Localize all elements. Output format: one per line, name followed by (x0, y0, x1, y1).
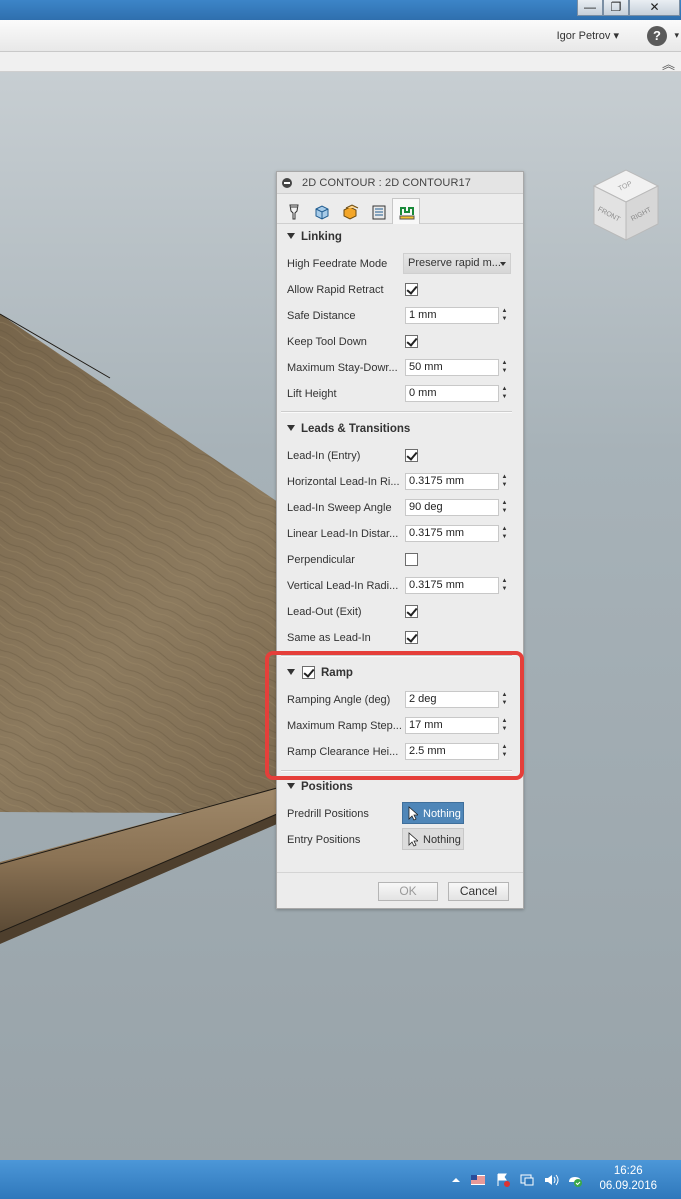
horizontal-lead-in-radius-label: Horizontal Lead-In Ri... (287, 476, 400, 488)
windows-taskbar: 16:26 06.09.2016 (0, 1160, 681, 1199)
tab-passes[interactable] (364, 198, 392, 224)
dialog-footer: OK Cancel (277, 872, 523, 908)
collapse-ribbon-icon[interactable]: ︽ (662, 54, 675, 73)
lead-in-sweep-angle-spinner[interactable]: ▲ ▼ (500, 499, 509, 516)
expand-triangle-icon (287, 425, 295, 431)
cursor-arrow-icon (408, 832, 418, 847)
tab-heights[interactable] (335, 198, 363, 224)
ok-button[interactable]: OK (378, 882, 438, 901)
high-feedrate-mode-select[interactable]: Preserve rapid m... (403, 253, 511, 274)
allow-rapid-retract-checkbox[interactable] (405, 283, 418, 296)
ramp-highlight-annotation (265, 651, 524, 780)
maximize-button[interactable]: ❐ (603, 0, 629, 16)
clock-time: 16:26 (613, 1165, 643, 1177)
app-toolbar: Igor Petrov ▾ ? ▾ (0, 20, 681, 52)
predrill-positions-selector[interactable]: Nothing (402, 802, 464, 824)
tab-geometry[interactable] (307, 198, 335, 224)
close-button[interactable]: ✕ (629, 0, 680, 16)
safe-distance-label: Safe Distance (287, 310, 356, 322)
linear-lead-in-distance-input[interactable]: 0.3175 mm (405, 525, 499, 542)
window-title-bar: — ❐ ✕ (0, 0, 681, 20)
maximum-stay-down-spinner[interactable]: ▲ ▼ (500, 359, 509, 376)
chevron-down-icon (500, 262, 506, 266)
expand-triangle-icon (287, 783, 295, 789)
heights-icon (343, 204, 359, 220)
linking-section-header[interactable]: Linking (287, 231, 342, 243)
dialog-tabs (277, 194, 523, 224)
safe-distance-spinner[interactable]: ▲ ▼ (500, 307, 509, 324)
dialog-header: 2D CONTOUR : 2D CONTOUR17 (277, 172, 523, 194)
allow-rapid-retract-label: Allow Rapid Retract (287, 284, 384, 296)
entry-positions-value: Nothing (423, 834, 461, 846)
show-hidden-icons-icon[interactable] (448, 1172, 464, 1188)
tool-icon (289, 204, 299, 220)
dialog-title: 2D CONTOUR : 2D CONTOUR17 (302, 177, 471, 189)
leads-section-header[interactable]: Leads & Transitions (287, 423, 410, 435)
same-as-lead-in-label: Same as Lead-In (287, 632, 371, 644)
vertical-lead-in-radius-spinner[interactable]: ▲ ▼ (500, 577, 509, 594)
lift-height-spinner[interactable]: ▲ ▼ (500, 385, 509, 402)
safe-distance-input[interactable]: 1 mm (405, 307, 499, 324)
lead-in-label: Lead-In (Entry) (287, 450, 361, 462)
lift-height-label: Lift Height (287, 388, 337, 400)
passes-icon (372, 205, 386, 220)
dialog-collapse-icon[interactable] (282, 178, 292, 188)
keep-tool-down-checkbox[interactable] (405, 335, 418, 348)
maximum-stay-down-label: Maximum Stay-Dowr... (287, 362, 398, 374)
volume-icon[interactable] (543, 1172, 559, 1188)
linear-lead-in-distance-label: Linear Lead-In Distar... (287, 528, 399, 540)
flag-us-icon[interactable] (470, 1172, 486, 1188)
lead-in-sweep-angle-input[interactable]: 90 deg (405, 499, 499, 516)
ribbon-collapse-bar: ︽ (0, 52, 681, 72)
action-center-icon[interactable] (495, 1172, 511, 1188)
2d-contour-dialog: 2D CONTOUR : 2D CONTOUR17 Linking High F… (276, 171, 524, 909)
horizontal-lead-in-radius-spinner[interactable]: ▲ ▼ (500, 473, 509, 490)
same-as-lead-in-checkbox[interactable] (405, 631, 418, 644)
viewcube[interactable]: TOP FRONT RIGHT (586, 164, 666, 244)
tab-tool[interactable] (279, 198, 307, 224)
entry-positions-label: Entry Positions (287, 834, 361, 846)
clock-date: 06.09.2016 (599, 1180, 657, 1192)
expand-triangle-icon (287, 233, 295, 239)
maximum-stay-down-input[interactable]: 50 mm (405, 359, 499, 376)
linking-header-label: Linking (301, 231, 342, 243)
taskbar-clock[interactable]: 16:26 06.09.2016 (599, 1164, 657, 1194)
keep-tool-down-label: Keep Tool Down (287, 336, 367, 348)
help-dropdown-caret[interactable]: ▾ (674, 30, 679, 41)
perpendicular-checkbox[interactable] (405, 553, 418, 566)
section-divider (281, 411, 512, 413)
minimize-button[interactable]: — (577, 0, 603, 16)
lead-in-sweep-angle-label: Lead-In Sweep Angle (287, 502, 392, 514)
linear-lead-in-distance-spinner[interactable]: ▲ ▼ (500, 525, 509, 542)
tab-linking[interactable] (392, 198, 420, 224)
predrill-positions-value: Nothing (423, 808, 461, 820)
help-icon[interactable]: ? (647, 26, 667, 46)
positions-section-header[interactable]: Positions (287, 781, 353, 793)
user-menu[interactable]: Igor Petrov ▾ (557, 29, 619, 42)
network-icon[interactable] (519, 1172, 535, 1188)
cancel-button[interactable]: Cancel (448, 882, 509, 901)
leads-header-label: Leads & Transitions (301, 423, 411, 435)
entry-positions-selector[interactable]: Nothing (402, 828, 464, 850)
high-feedrate-mode-label: High Feedrate Mode (287, 258, 388, 270)
lead-in-checkbox[interactable] (405, 449, 418, 462)
perpendicular-label: Perpendicular (287, 554, 355, 566)
sync-icon[interactable] (567, 1172, 583, 1188)
predrill-positions-label: Predrill Positions (287, 808, 369, 820)
geometry-icon (315, 205, 329, 220)
high-feedrate-mode-value: Preserve rapid m... (408, 257, 501, 269)
positions-header-label: Positions (301, 781, 353, 793)
vertical-lead-in-radius-input[interactable]: 0.3175 mm (405, 577, 499, 594)
lift-height-input[interactable]: 0 mm (405, 385, 499, 402)
lead-out-label: Lead-Out (Exit) (287, 606, 362, 618)
horizontal-lead-in-radius-input[interactable]: 0.3175 mm (405, 473, 499, 490)
linking-icon (399, 207, 415, 220)
lead-out-checkbox[interactable] (405, 605, 418, 618)
cursor-arrow-icon (408, 806, 418, 821)
vertical-lead-in-radius-label: Vertical Lead-In Radi... (287, 580, 399, 592)
